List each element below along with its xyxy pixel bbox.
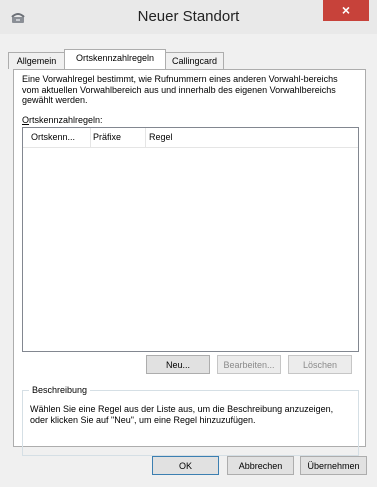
ok-button[interactable]: OK <box>152 456 219 475</box>
delete-button-label: Löschen <box>302 360 338 370</box>
column-divider[interactable] <box>90 128 91 147</box>
close-button[interactable]: × <box>323 0 369 21</box>
ok-button-label: OK <box>178 461 192 471</box>
cancel-button-label: Abbrechen <box>238 461 283 471</box>
rules-list[interactable]: Ortskenn... Präfixe Regel <box>22 127 359 352</box>
cancel-button[interactable]: Abbrechen <box>227 456 294 475</box>
title-bar[interactable]: Neuer Standort × <box>0 0 377 34</box>
tab-panel: Eine Vorwahlregel bestimmt, wie Rufnumme… <box>13 69 366 456</box>
delete-rule-button[interactable]: Löschen <box>288 355 352 374</box>
rules-description: Eine Vorwahlregel bestimmt, wie Rufnumme… <box>22 74 338 105</box>
dialog-window: Neuer Standort × Allgemein Ortskennzahlr… <box>0 0 377 487</box>
tab-ortskennzahlregeln[interactable]: Ortskennzahlregeln <box>64 49 166 69</box>
rules-list-label: Ortskennzahlregeln: <box>22 115 103 125</box>
list-header: Ortskenn... Präfixe Regel <box>23 128 358 148</box>
accelerator-key: O <box>22 115 30 125</box>
groupbox-text: Wählen Sie eine Regel aus der Liste aus,… <box>30 404 334 425</box>
new-rule-button[interactable]: Neu... <box>146 355 210 374</box>
apply-button[interactable]: Übernehmen <box>300 456 367 475</box>
edit-rule-button[interactable]: Bearbeiten... <box>217 355 281 374</box>
edit-button-label: Bearbeiten... <box>223 360 275 370</box>
column-header-ortskennzahl[interactable]: Ortskenn... <box>31 132 75 142</box>
close-icon: × <box>341 2 351 18</box>
window-title: Neuer Standort <box>137 8 240 25</box>
new-button-label: Neu... <box>165 360 190 370</box>
column-divider[interactable] <box>145 128 146 147</box>
description-groupbox: Beschreibung Wählen Sie eine Regel aus d… <box>22 385 359 456</box>
column-header-regel[interactable]: Regel <box>149 132 173 142</box>
list-label-text: rtskennzahlregeln: <box>29 115 103 125</box>
apply-button-label: Übernehmen <box>307 461 360 471</box>
tab-callingcard[interactable]: Callingcard <box>165 52 224 69</box>
column-header-praefixe[interactable]: Präfixe <box>93 132 121 142</box>
tab-allgemein[interactable]: Allgemein <box>8 52 65 69</box>
groupbox-title: Beschreibung <box>29 385 91 395</box>
